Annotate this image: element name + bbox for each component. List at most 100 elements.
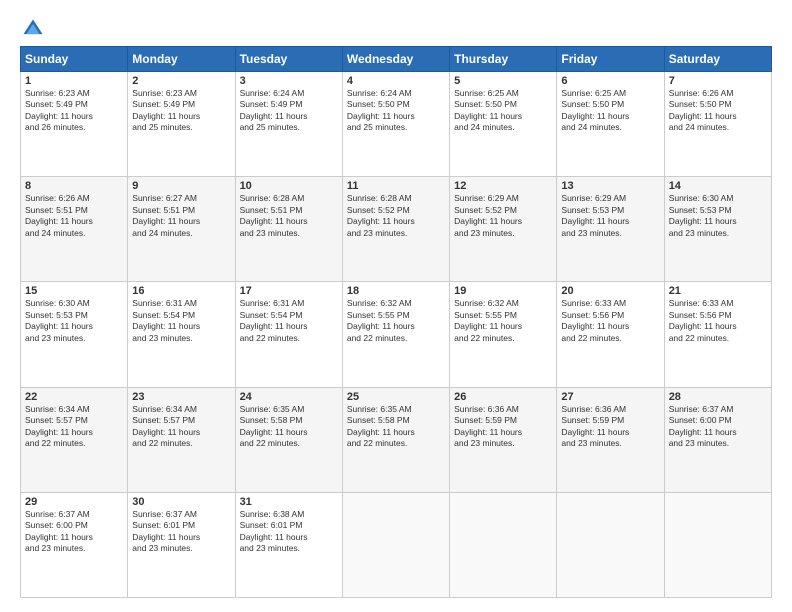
- calendar-day-cell: 13Sunrise: 6:29 AM Sunset: 5:53 PM Dayli…: [557, 177, 664, 282]
- calendar-day-cell: 19Sunrise: 6:32 AM Sunset: 5:55 PM Dayli…: [450, 282, 557, 387]
- day-info: Sunrise: 6:24 AM Sunset: 5:50 PM Dayligh…: [347, 88, 445, 134]
- calendar-day-cell: [557, 492, 664, 597]
- day-number: 17: [240, 285, 338, 297]
- weekday-header-cell: Wednesday: [342, 47, 449, 72]
- calendar-body: 1Sunrise: 6:23 AM Sunset: 5:49 PM Daylig…: [21, 72, 772, 598]
- day-number: 19: [454, 285, 552, 297]
- day-number: 11: [347, 180, 445, 192]
- calendar-day-cell: 9Sunrise: 6:27 AM Sunset: 5:51 PM Daylig…: [128, 177, 235, 282]
- day-number: 7: [669, 75, 767, 87]
- day-info: Sunrise: 6:36 AM Sunset: 5:59 PM Dayligh…: [454, 404, 552, 450]
- day-info: Sunrise: 6:34 AM Sunset: 5:57 PM Dayligh…: [132, 404, 230, 450]
- weekday-header-cell: Saturday: [664, 47, 771, 72]
- calendar-day-cell: 29Sunrise: 6:37 AM Sunset: 6:00 PM Dayli…: [21, 492, 128, 597]
- calendar-day-cell: 30Sunrise: 6:37 AM Sunset: 6:01 PM Dayli…: [128, 492, 235, 597]
- weekday-header-cell: Tuesday: [235, 47, 342, 72]
- calendar-day-cell: 4Sunrise: 6:24 AM Sunset: 5:50 PM Daylig…: [342, 72, 449, 177]
- calendar-day-cell: 17Sunrise: 6:31 AM Sunset: 5:54 PM Dayli…: [235, 282, 342, 387]
- day-info: Sunrise: 6:30 AM Sunset: 5:53 PM Dayligh…: [25, 298, 123, 344]
- logo: [20, 18, 44, 36]
- day-number: 4: [347, 75, 445, 87]
- calendar-day-cell: [450, 492, 557, 597]
- calendar-day-cell: [664, 492, 771, 597]
- calendar-day-cell: 26Sunrise: 6:36 AM Sunset: 5:59 PM Dayli…: [450, 387, 557, 492]
- day-info: Sunrise: 6:24 AM Sunset: 5:49 PM Dayligh…: [240, 88, 338, 134]
- day-number: 12: [454, 180, 552, 192]
- calendar-day-cell: 20Sunrise: 6:33 AM Sunset: 5:56 PM Dayli…: [557, 282, 664, 387]
- day-number: 8: [25, 180, 123, 192]
- day-number: 15: [25, 285, 123, 297]
- day-info: Sunrise: 6:37 AM Sunset: 6:00 PM Dayligh…: [25, 509, 123, 555]
- day-number: 28: [669, 391, 767, 403]
- day-number: 25: [347, 391, 445, 403]
- day-number: 1: [25, 75, 123, 87]
- day-number: 5: [454, 75, 552, 87]
- calendar-day-cell: [342, 492, 449, 597]
- day-number: 30: [132, 496, 230, 508]
- day-number: 16: [132, 285, 230, 297]
- day-info: Sunrise: 6:32 AM Sunset: 5:55 PM Dayligh…: [347, 298, 445, 344]
- day-info: Sunrise: 6:31 AM Sunset: 5:54 PM Dayligh…: [240, 298, 338, 344]
- day-number: 20: [561, 285, 659, 297]
- day-number: 13: [561, 180, 659, 192]
- day-info: Sunrise: 6:23 AM Sunset: 5:49 PM Dayligh…: [25, 88, 123, 134]
- day-info: Sunrise: 6:28 AM Sunset: 5:51 PM Dayligh…: [240, 193, 338, 239]
- day-info: Sunrise: 6:26 AM Sunset: 5:50 PM Dayligh…: [669, 88, 767, 134]
- day-number: 3: [240, 75, 338, 87]
- day-number: 29: [25, 496, 123, 508]
- weekday-header-cell: Thursday: [450, 47, 557, 72]
- day-info: Sunrise: 6:31 AM Sunset: 5:54 PM Dayligh…: [132, 298, 230, 344]
- day-info: Sunrise: 6:37 AM Sunset: 6:00 PM Dayligh…: [669, 404, 767, 450]
- day-number: 2: [132, 75, 230, 87]
- calendar-day-cell: 10Sunrise: 6:28 AM Sunset: 5:51 PM Dayli…: [235, 177, 342, 282]
- day-info: Sunrise: 6:25 AM Sunset: 5:50 PM Dayligh…: [454, 88, 552, 134]
- day-number: 18: [347, 285, 445, 297]
- day-number: 6: [561, 75, 659, 87]
- calendar-day-cell: 2Sunrise: 6:23 AM Sunset: 5:49 PM Daylig…: [128, 72, 235, 177]
- calendar-day-cell: 1Sunrise: 6:23 AM Sunset: 5:49 PM Daylig…: [21, 72, 128, 177]
- day-info: Sunrise: 6:37 AM Sunset: 6:01 PM Dayligh…: [132, 509, 230, 555]
- day-info: Sunrise: 6:26 AM Sunset: 5:51 PM Dayligh…: [25, 193, 123, 239]
- weekday-header-cell: Friday: [557, 47, 664, 72]
- calendar-day-cell: 23Sunrise: 6:34 AM Sunset: 5:57 PM Dayli…: [128, 387, 235, 492]
- day-info: Sunrise: 6:28 AM Sunset: 5:52 PM Dayligh…: [347, 193, 445, 239]
- calendar-day-cell: 8Sunrise: 6:26 AM Sunset: 5:51 PM Daylig…: [21, 177, 128, 282]
- weekday-header-cell: Sunday: [21, 47, 128, 72]
- calendar-day-cell: 14Sunrise: 6:30 AM Sunset: 5:53 PM Dayli…: [664, 177, 771, 282]
- day-info: Sunrise: 6:32 AM Sunset: 5:55 PM Dayligh…: [454, 298, 552, 344]
- day-info: Sunrise: 6:27 AM Sunset: 5:51 PM Dayligh…: [132, 193, 230, 239]
- calendar-week-row: 8Sunrise: 6:26 AM Sunset: 5:51 PM Daylig…: [21, 177, 772, 282]
- day-info: Sunrise: 6:36 AM Sunset: 5:59 PM Dayligh…: [561, 404, 659, 450]
- day-info: Sunrise: 6:30 AM Sunset: 5:53 PM Dayligh…: [669, 193, 767, 239]
- calendar-table: SundayMondayTuesdayWednesdayThursdayFrid…: [20, 46, 772, 598]
- calendar-day-cell: 27Sunrise: 6:36 AM Sunset: 5:59 PM Dayli…: [557, 387, 664, 492]
- day-info: Sunrise: 6:23 AM Sunset: 5:49 PM Dayligh…: [132, 88, 230, 134]
- calendar-day-cell: 11Sunrise: 6:28 AM Sunset: 5:52 PM Dayli…: [342, 177, 449, 282]
- day-number: 24: [240, 391, 338, 403]
- day-number: 14: [669, 180, 767, 192]
- day-info: Sunrise: 6:35 AM Sunset: 5:58 PM Dayligh…: [347, 404, 445, 450]
- header: [20, 18, 772, 36]
- calendar-day-cell: 24Sunrise: 6:35 AM Sunset: 5:58 PM Dayli…: [235, 387, 342, 492]
- day-info: Sunrise: 6:38 AM Sunset: 6:01 PM Dayligh…: [240, 509, 338, 555]
- calendar-day-cell: 12Sunrise: 6:29 AM Sunset: 5:52 PM Dayli…: [450, 177, 557, 282]
- calendar-day-cell: 3Sunrise: 6:24 AM Sunset: 5:49 PM Daylig…: [235, 72, 342, 177]
- day-info: Sunrise: 6:34 AM Sunset: 5:57 PM Dayligh…: [25, 404, 123, 450]
- calendar-week-row: 29Sunrise: 6:37 AM Sunset: 6:00 PM Dayli…: [21, 492, 772, 597]
- weekday-header-row: SundayMondayTuesdayWednesdayThursdayFrid…: [21, 47, 772, 72]
- day-info: Sunrise: 6:29 AM Sunset: 5:53 PM Dayligh…: [561, 193, 659, 239]
- calendar-day-cell: 22Sunrise: 6:34 AM Sunset: 5:57 PM Dayli…: [21, 387, 128, 492]
- day-info: Sunrise: 6:29 AM Sunset: 5:52 PM Dayligh…: [454, 193, 552, 239]
- weekday-header-cell: Monday: [128, 47, 235, 72]
- calendar-day-cell: 6Sunrise: 6:25 AM Sunset: 5:50 PM Daylig…: [557, 72, 664, 177]
- day-number: 23: [132, 391, 230, 403]
- calendar-day-cell: 21Sunrise: 6:33 AM Sunset: 5:56 PM Dayli…: [664, 282, 771, 387]
- calendar-day-cell: 15Sunrise: 6:30 AM Sunset: 5:53 PM Dayli…: [21, 282, 128, 387]
- day-info: Sunrise: 6:35 AM Sunset: 5:58 PM Dayligh…: [240, 404, 338, 450]
- day-number: 27: [561, 391, 659, 403]
- day-number: 26: [454, 391, 552, 403]
- day-info: Sunrise: 6:33 AM Sunset: 5:56 PM Dayligh…: [561, 298, 659, 344]
- calendar-day-cell: 18Sunrise: 6:32 AM Sunset: 5:55 PM Dayli…: [342, 282, 449, 387]
- calendar-day-cell: 5Sunrise: 6:25 AM Sunset: 5:50 PM Daylig…: [450, 72, 557, 177]
- day-number: 10: [240, 180, 338, 192]
